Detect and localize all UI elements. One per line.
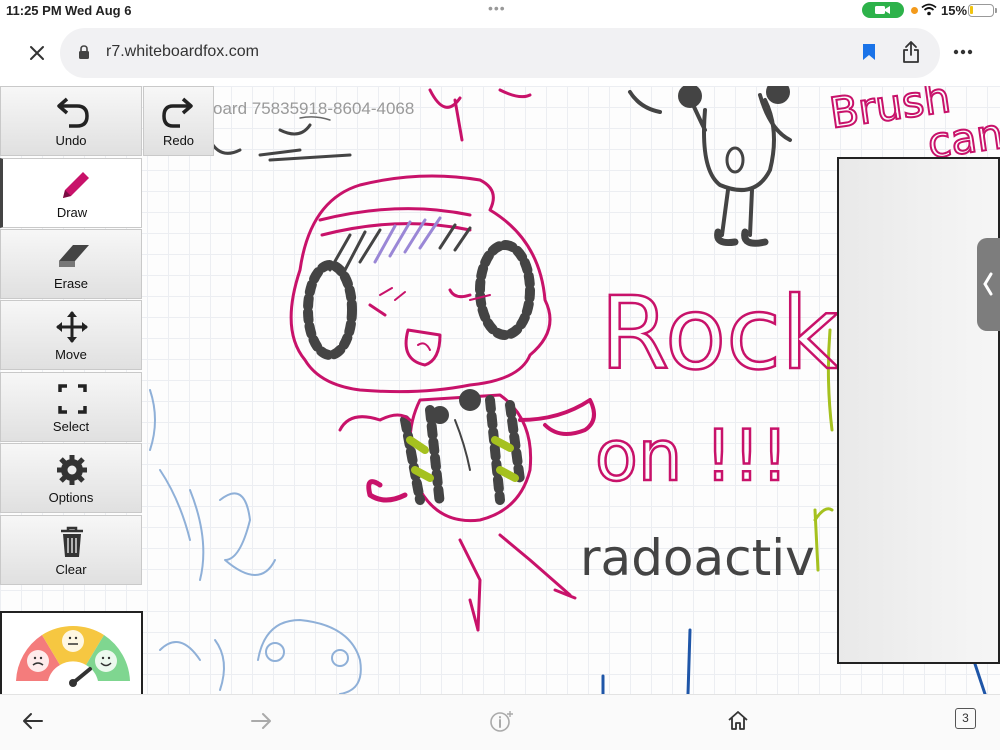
draw-tool-button[interactable]: Draw	[0, 158, 142, 228]
info-icon[interactable]	[489, 709, 515, 733]
camera-indicator	[862, 2, 904, 18]
move-label: Move	[55, 347, 87, 362]
status-date: Wed Aug 6	[65, 3, 132, 18]
undo-icon	[57, 97, 89, 128]
redo-button[interactable]: Redo	[143, 86, 214, 156]
mood-gauge-icon	[16, 626, 130, 687]
options-button[interactable]: Options	[0, 443, 142, 513]
browser-bottom-bar: 3	[0, 694, 1000, 750]
select-icon	[58, 384, 87, 414]
url-text[interactable]: r7.whiteboardfox.com	[106, 43, 259, 61]
options-label: Options	[48, 490, 94, 505]
erase-tool-button[interactable]: Erase	[0, 229, 142, 299]
eraser-icon	[59, 245, 89, 267]
erase-label: Erase	[54, 276, 88, 291]
forward-arrow-icon[interactable]	[250, 711, 272, 731]
clear-label: Clear	[55, 562, 87, 577]
chevron-left-icon	[983, 272, 993, 296]
undo-button[interactable]: Undo	[0, 86, 142, 156]
address-bar[interactable]: r7.whiteboardfox.com	[60, 28, 940, 78]
pencil-icon	[63, 172, 89, 198]
close-icon[interactable]	[26, 42, 48, 64]
lock-icon	[79, 45, 89, 59]
mic-indicator-dot	[911, 7, 918, 14]
multitask-dots-icon[interactable]: •••	[488, 0, 506, 16]
trash-icon	[61, 526, 83, 557]
status-time: 11:25 PM	[6, 3, 62, 18]
redo-label: Redo	[162, 133, 195, 148]
battery-percent: 15%	[941, 3, 968, 18]
back-arrow-icon[interactable]	[22, 711, 44, 731]
gear-icon	[57, 455, 87, 485]
undo-label: Undo	[55, 133, 87, 148]
home-icon[interactable]	[727, 709, 749, 731]
clear-button[interactable]: Clear	[0, 515, 142, 585]
side-panel	[837, 157, 1000, 664]
move-tool-button[interactable]: Move	[0, 300, 142, 370]
battery-fill	[970, 6, 973, 14]
share-icon[interactable]	[902, 40, 920, 64]
screen: 11:25 PM Wed Aug 6 ••• 15% r7.whiteboard…	[0, 0, 1000, 750]
side-panel-toggle[interactable]	[977, 238, 1000, 331]
bookmark-icon[interactable]	[862, 43, 876, 61]
battery-icon	[968, 4, 994, 17]
radioactive-scribble: radoactiv	[580, 529, 815, 587]
wifi-icon	[921, 3, 937, 16]
camera-icon	[875, 6, 890, 14]
draw-label: Draw	[56, 205, 88, 220]
more-options-icon[interactable]	[953, 49, 973, 55]
status-bar: 11:25 PM Wed Aug 6 ••• 15%	[0, 0, 1000, 22]
select-tool-button[interactable]: Select	[0, 372, 142, 442]
on-scribble: on !!!	[595, 415, 789, 497]
redo-icon	[162, 97, 193, 128]
mood-meter-widget[interactable]	[0, 611, 143, 694]
rock-scribble: Rock	[600, 275, 839, 392]
select-label: Select	[52, 419, 90, 434]
move-icon	[56, 311, 88, 343]
board-id-text: oard 75835918-8604-4068	[213, 99, 415, 118]
tab-count-button[interactable]: 3	[955, 708, 976, 729]
battery-tip	[995, 8, 997, 13]
